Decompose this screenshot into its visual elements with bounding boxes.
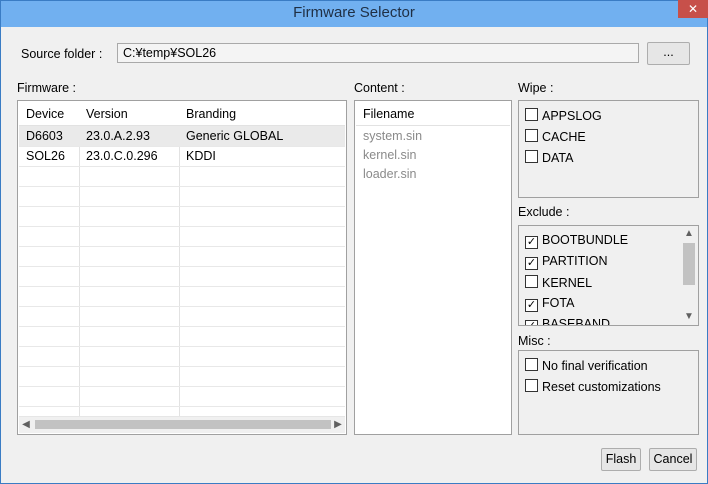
source-folder-field[interactable]: C:¥temp¥SOL26: [117, 43, 639, 63]
misc-label: Misc :: [518, 334, 551, 348]
scrollbar-thumb[interactable]: [35, 420, 331, 429]
content-list-header: Filename: [356, 102, 510, 126]
empty-row: [19, 306, 345, 327]
source-folder-label: Source folder :: [21, 47, 103, 61]
wipe-appslog-checkbox[interactable]: APPSLOG: [525, 108, 602, 126]
close-button[interactable]: ✕: [678, 0, 708, 18]
column-header-branding[interactable]: Branding: [186, 107, 236, 121]
column-header-version[interactable]: Version: [86, 107, 128, 121]
list-item[interactable]: system.sin: [363, 129, 422, 143]
checkbox-checked-icon[interactable]: ✓: [525, 236, 538, 249]
exclude-bootbundle-checkbox[interactable]: ✓ BOOTBUNDLE: [525, 233, 628, 251]
cell-device: SOL26: [26, 149, 65, 163]
wipe-cache-checkbox[interactable]: CACHE: [525, 129, 586, 147]
checkbox-label: Reset customizations: [542, 380, 661, 394]
empty-row: [19, 226, 345, 247]
no-final-verification-checkbox[interactable]: No final verification: [525, 358, 648, 376]
cell-branding: Generic GLOBAL: [186, 129, 284, 143]
empty-row: [19, 286, 345, 307]
checkbox-unchecked-icon[interactable]: [525, 379, 538, 392]
exclude-label: Exclude :: [518, 205, 570, 219]
checkbox-unchecked-icon[interactable]: [525, 108, 538, 121]
exclude-partition-checkbox[interactable]: ✓ PARTITION: [525, 254, 608, 272]
firmware-selector-window: Firmware Selector ✕ Source folder : C:¥t…: [0, 0, 708, 484]
firmware-table[interactable]: Device Version Branding D6603 23.0.A.2.9…: [17, 100, 347, 435]
scroll-left-icon[interactable]: ◀: [19, 417, 33, 433]
close-icon: ✕: [687, 2, 699, 16]
flash-button[interactable]: Flash: [601, 448, 641, 471]
misc-group: No final verification Reset customizatio…: [518, 350, 699, 435]
empty-row: [19, 166, 345, 187]
firmware-horizontal-scrollbar[interactable]: ◀ ▶: [19, 416, 345, 433]
checkbox-checked-icon[interactable]: ✓: [525, 299, 538, 312]
exclude-baseband-checkbox[interactable]: ✓ BASEBAND: [525, 317, 611, 326]
cancel-button[interactable]: Cancel: [649, 448, 697, 471]
checkbox-checked-icon[interactable]: ✓: [525, 257, 538, 270]
wipe-data-checkbox[interactable]: DATA: [525, 150, 573, 168]
empty-row: [19, 186, 345, 207]
cell-branding: KDDI: [186, 149, 216, 163]
checkbox-checked-icon[interactable]: ✓: [525, 320, 538, 325]
empty-row: [19, 206, 345, 227]
checkbox-label: No final verification: [542, 359, 648, 373]
exclude-fota-checkbox[interactable]: ✓ FOTA: [525, 296, 574, 314]
checkbox-label: PARTITION: [542, 254, 608, 268]
empty-row: [19, 386, 345, 407]
checkbox-unchecked-icon[interactable]: [525, 129, 538, 142]
content-list[interactable]: Filename system.sin kernel.sin loader.si…: [354, 100, 512, 435]
scrollbar-thumb[interactable]: [683, 243, 695, 285]
cell-version: 23.0.A.2.93: [86, 129, 150, 143]
checkbox-unchecked-icon[interactable]: [525, 150, 538, 163]
cell-version: 23.0.C.0.296: [86, 149, 158, 163]
checkbox-label: APPSLOG: [542, 109, 602, 123]
table-row[interactable]: D6603 23.0.A.2.93 Generic GLOBAL: [19, 126, 345, 147]
exclude-vertical-scrollbar[interactable]: ▲ ▼: [681, 227, 697, 324]
wipe-label: Wipe :: [518, 81, 554, 95]
exclude-group: ✓ BOOTBUNDLE ✓ PARTITION KERNEL ✓ FOTA ✓ BAS…: [518, 225, 699, 326]
browse-button[interactable]: ...: [647, 42, 690, 65]
window-title: Firmware Selector: [293, 4, 415, 21]
exclude-kernel-checkbox[interactable]: KERNEL: [525, 275, 592, 293]
checkbox-unchecked-icon[interactable]: [525, 358, 538, 371]
checkbox-label: BOOTBUNDLE: [542, 233, 629, 247]
reset-customizations-checkbox[interactable]: Reset customizations: [525, 379, 661, 397]
empty-row: [19, 246, 345, 267]
empty-row: [19, 266, 345, 287]
scroll-up-icon[interactable]: ▲: [681, 227, 697, 241]
checkbox-label: CACHE: [542, 130, 586, 144]
empty-row: [19, 326, 345, 347]
checkbox-label: KERNEL: [542, 276, 593, 290]
checkbox-unchecked-icon[interactable]: [525, 275, 538, 288]
checkbox-label: DATA: [542, 151, 574, 165]
list-item[interactable]: kernel.sin: [363, 148, 417, 162]
column-header-device[interactable]: Device: [26, 107, 64, 121]
scroll-down-icon[interactable]: ▼: [681, 310, 697, 324]
column-header-filename[interactable]: Filename: [363, 107, 414, 121]
firmware-table-header: Device Version Branding: [19, 102, 345, 126]
empty-row: [19, 346, 345, 367]
firmware-label: Firmware :: [17, 81, 77, 95]
empty-row: [19, 366, 345, 387]
checkbox-label: FOTA: [542, 296, 575, 310]
content-label: Content :: [354, 81, 405, 95]
scroll-right-icon[interactable]: ▶: [331, 417, 345, 433]
checkbox-label: BASEBAND: [542, 317, 611, 326]
wipe-group: APPSLOG CACHE DATA: [518, 100, 699, 198]
title-bar[interactable]: Firmware Selector ✕: [1, 0, 708, 27]
table-row[interactable]: SOL26 23.0.C.0.296 KDDI: [19, 146, 345, 167]
list-item[interactable]: loader.sin: [363, 167, 417, 181]
cell-device: D6603: [26, 129, 63, 143]
